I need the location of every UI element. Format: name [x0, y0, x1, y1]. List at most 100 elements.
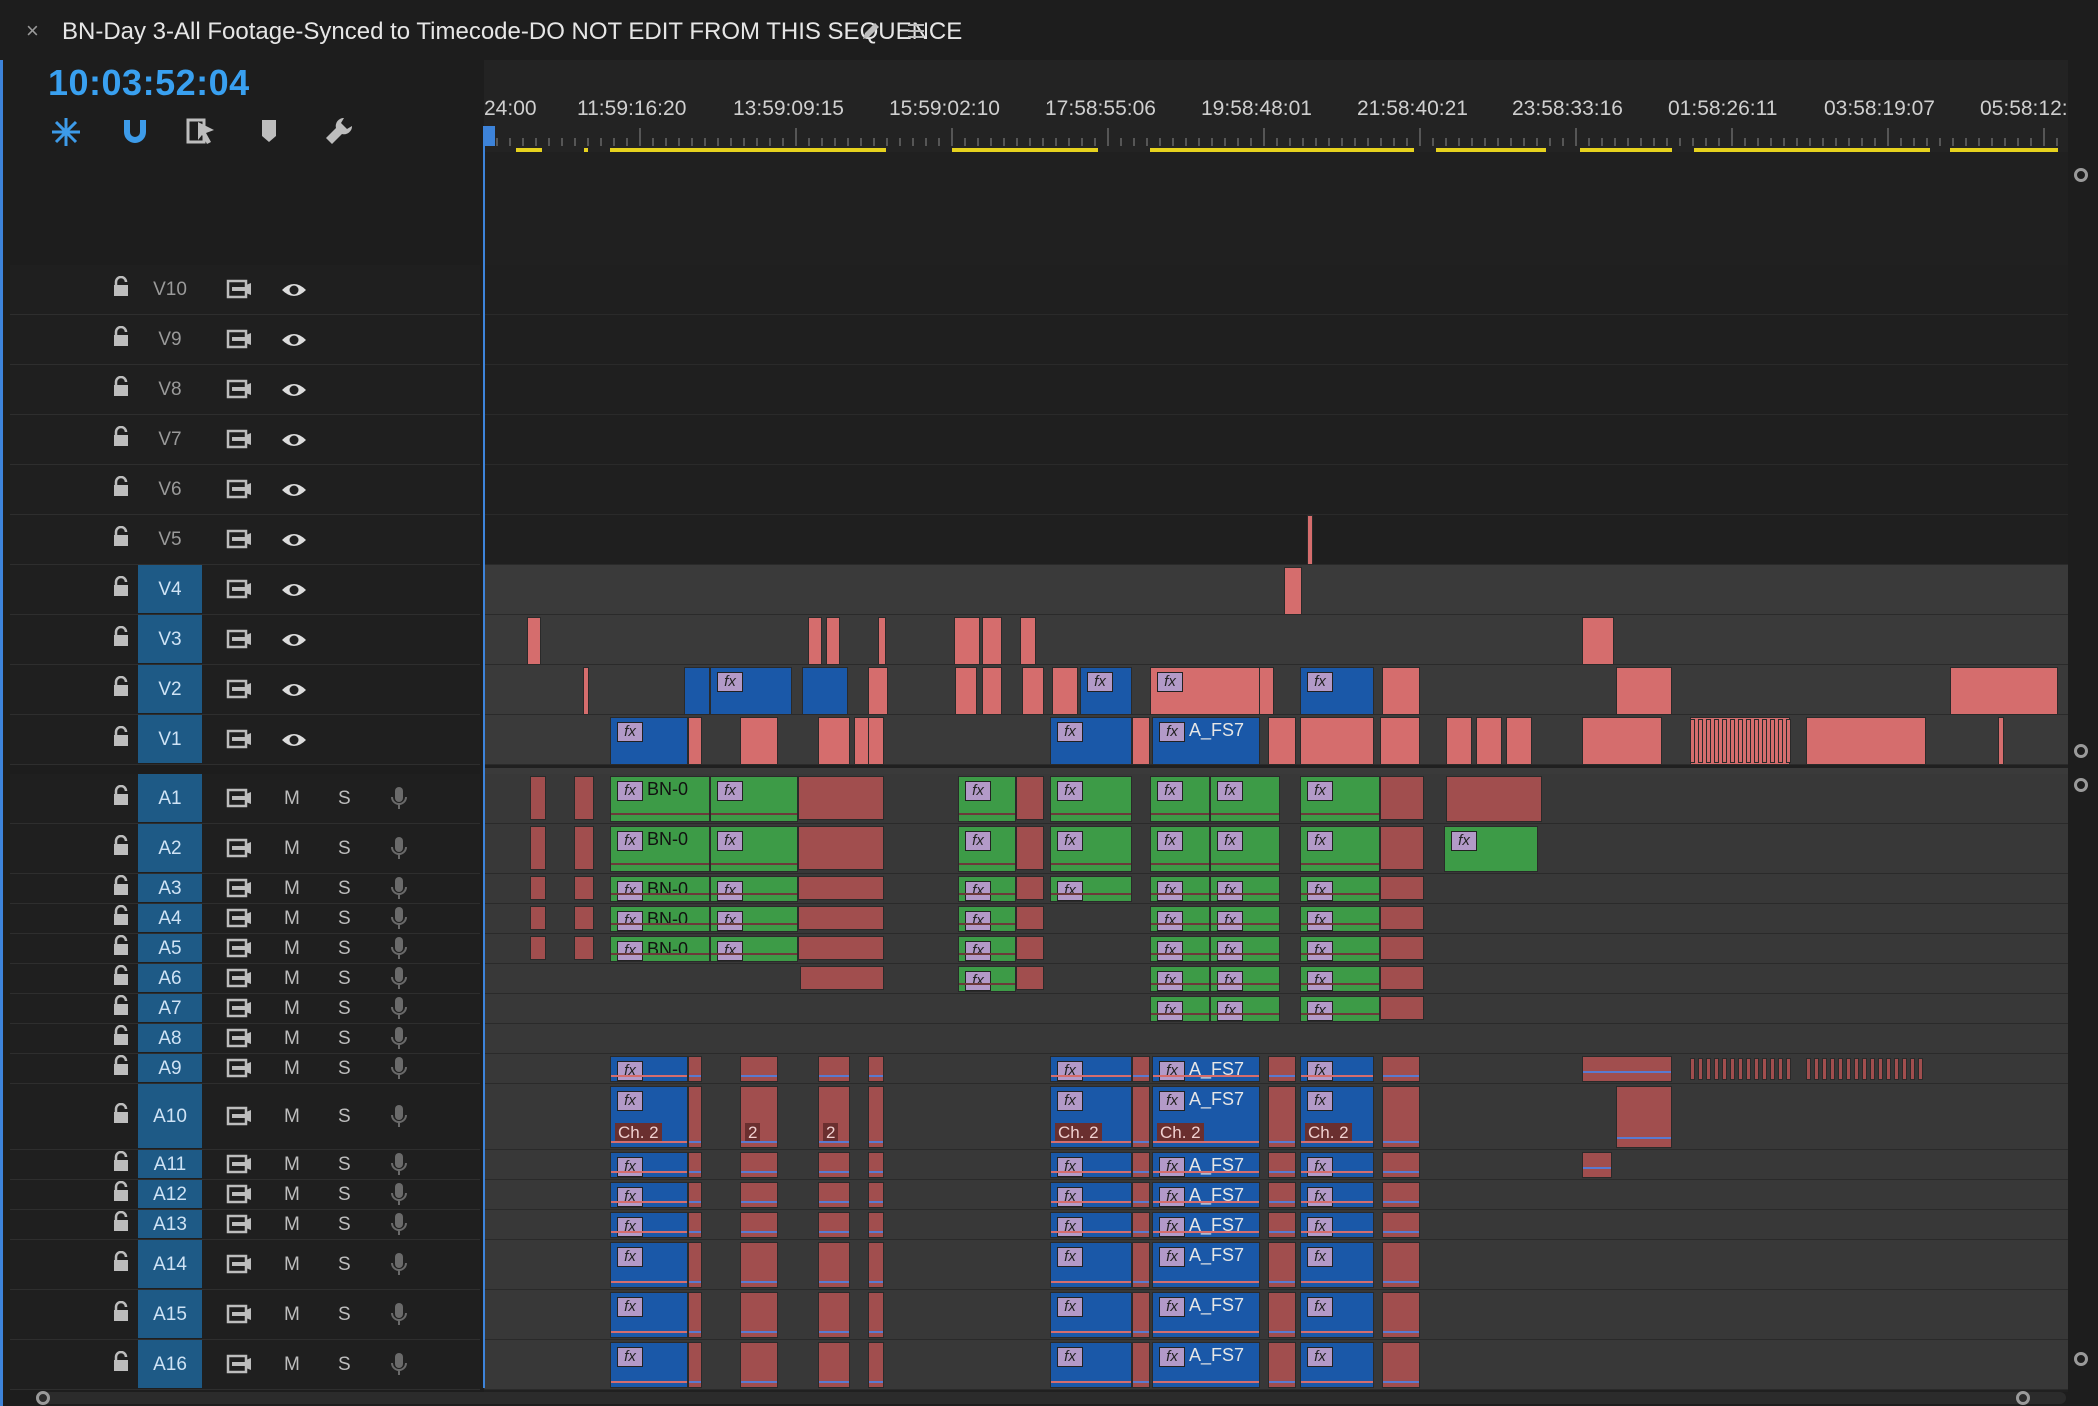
audio-track-header-a4[interactable]: A4 M S [10, 904, 480, 934]
mute-track-button[interactable]: M [284, 968, 300, 990]
sync-lock-icon[interactable] [226, 428, 252, 455]
lock-track-icon[interactable] [112, 904, 130, 932]
audio-clip[interactable] [740, 1212, 778, 1238]
mute-track-button[interactable]: M [284, 838, 300, 860]
video-clip[interactable] [1770, 719, 1775, 763]
video-clip[interactable] [1806, 717, 1926, 765]
audio-clip[interactable] [688, 1182, 702, 1208]
track-name[interactable]: V3 [138, 615, 202, 663]
audio-clip[interactable] [1132, 1242, 1150, 1288]
playhead-timecode[interactable]: 10:03:52:04 [48, 62, 250, 104]
toggle-output-eye-icon[interactable] [280, 730, 308, 755]
audio-clip[interactable] [1016, 876, 1044, 900]
audio-clip[interactable] [740, 1292, 778, 1338]
audio-clip[interactable] [1132, 1152, 1150, 1178]
audio-track-header-a14[interactable]: A14 M S [10, 1240, 480, 1290]
video-clip[interactable] [1778, 719, 1783, 763]
sync-lock-icon[interactable] [226, 937, 252, 964]
audio-clip[interactable]: fx A_FS7 [1152, 1212, 1260, 1238]
track-name[interactable]: A10 [138, 1084, 202, 1148]
video-clip[interactable] [826, 617, 840, 665]
video-clip[interactable] [1706, 719, 1711, 763]
track-name[interactable]: A1 [138, 774, 202, 822]
audio-clip[interactable] [1268, 1152, 1296, 1178]
audio-clip[interactable]: fx [1150, 966, 1210, 992]
video-clip[interactable] [808, 617, 822, 665]
video-clip[interactable] [1738, 719, 1743, 763]
audio-clip[interactable] [1846, 1058, 1851, 1080]
solo-track-button[interactable]: S [338, 1106, 351, 1128]
audio-clip[interactable] [868, 1242, 884, 1288]
audio-clip[interactable]: fx [610, 1212, 688, 1238]
audio-clip[interactable]: fx [1210, 876, 1280, 902]
toggle-output-eye-icon[interactable] [280, 380, 308, 405]
audio-clip[interactable]: fx A_FS7 Ch. 2 [1152, 1086, 1260, 1148]
lock-track-icon[interactable] [112, 675, 130, 703]
track-name[interactable]: V4 [138, 565, 202, 613]
audio-clip[interactable] [530, 876, 546, 900]
audio-clip[interactable] [818, 1152, 850, 1178]
audio-clip[interactable]: fx [610, 1292, 688, 1338]
audio-track-header-a6[interactable]: A6 M S [10, 964, 480, 994]
video-clip[interactable] [1132, 717, 1150, 765]
audio-clip[interactable] [688, 1212, 702, 1238]
solo-track-button[interactable]: S [338, 878, 351, 900]
audio-clip[interactable] [1380, 966, 1424, 990]
sync-lock-icon[interactable] [226, 1353, 252, 1380]
track-name[interactable]: A12 [138, 1180, 202, 1208]
audio-clip[interactable] [1016, 936, 1044, 960]
audio-clip[interactable]: fx BN-0 [610, 826, 710, 872]
voice-over-record-icon[interactable] [390, 935, 408, 966]
sync-lock-icon[interactable] [226, 528, 252, 555]
audio-clip[interactable]: fx Ch. 2 [1300, 1086, 1374, 1148]
audio-clip[interactable] [1778, 1058, 1783, 1080]
video-track-row-v3[interactable] [484, 615, 2068, 665]
sync-lock-icon[interactable] [226, 1027, 252, 1054]
video-track-row-v6[interactable] [484, 465, 2068, 515]
audio-clip[interactable] [1616, 1086, 1672, 1148]
audio-clip[interactable] [1380, 826, 1424, 870]
audio-clip[interactable] [688, 1152, 702, 1178]
track-name[interactable]: V9 [138, 315, 202, 363]
lock-track-icon[interactable] [112, 475, 130, 503]
audio-clip[interactable]: fx [1150, 936, 1210, 962]
sync-lock-icon[interactable] [226, 278, 252, 305]
video-clip[interactable] [955, 667, 977, 715]
sync-lock-icon[interactable] [226, 1105, 252, 1132]
video-clip[interactable] [1382, 667, 1420, 715]
sync-lock-icon[interactable] [226, 1253, 252, 1280]
audio-clip[interactable]: fx [1210, 966, 1280, 992]
audio-clip[interactable] [688, 1242, 702, 1288]
audio-clip[interactable]: fx [1050, 1182, 1132, 1208]
audio-clip[interactable] [818, 1292, 850, 1338]
audio-clip[interactable] [1132, 1342, 1150, 1388]
audio-clip[interactable] [868, 1056, 884, 1082]
audio-clip[interactable]: fx [1444, 826, 1538, 872]
nested-sequence-clip[interactable]: fx [710, 667, 792, 715]
sync-lock-icon[interactable] [226, 1183, 252, 1210]
track-name[interactable]: A2 [138, 824, 202, 872]
audio-clip[interactable] [1382, 1152, 1420, 1178]
audio-clip[interactable]: fx [610, 1342, 688, 1388]
video-clip[interactable] [1950, 667, 2058, 715]
audio-clip[interactable] [1722, 1058, 1727, 1080]
audio-track-header-a3[interactable]: A3 M S [10, 874, 480, 904]
audio-clip[interactable]: fx A_FS7 [1152, 1056, 1260, 1082]
audio-clip[interactable]: 2 [818, 1086, 850, 1148]
audio-clip[interactable]: fx [1300, 826, 1380, 872]
video-track-row-v10[interactable] [484, 265, 2068, 315]
voice-over-record-icon[interactable] [390, 995, 408, 1026]
video-track-row-v9[interactable] [484, 315, 2068, 365]
audio-clip[interactable] [740, 1056, 778, 1082]
audio-clip[interactable] [688, 1056, 702, 1082]
mute-track-button[interactable]: M [284, 878, 300, 900]
audio-clip[interactable]: fx [1300, 966, 1380, 992]
audio-clip[interactable] [1268, 1242, 1296, 1288]
video-clip[interactable] [1730, 719, 1735, 763]
audio-clip[interactable]: fx A_FS7 [1152, 1342, 1260, 1388]
audio-clip[interactable] [530, 936, 546, 960]
track-name[interactable]: A8 [138, 1024, 202, 1052]
audio-clip[interactable]: fx [1150, 826, 1210, 872]
voice-over-record-icon[interactable] [390, 1103, 408, 1134]
nested-sequence-clip[interactable] [802, 667, 848, 715]
